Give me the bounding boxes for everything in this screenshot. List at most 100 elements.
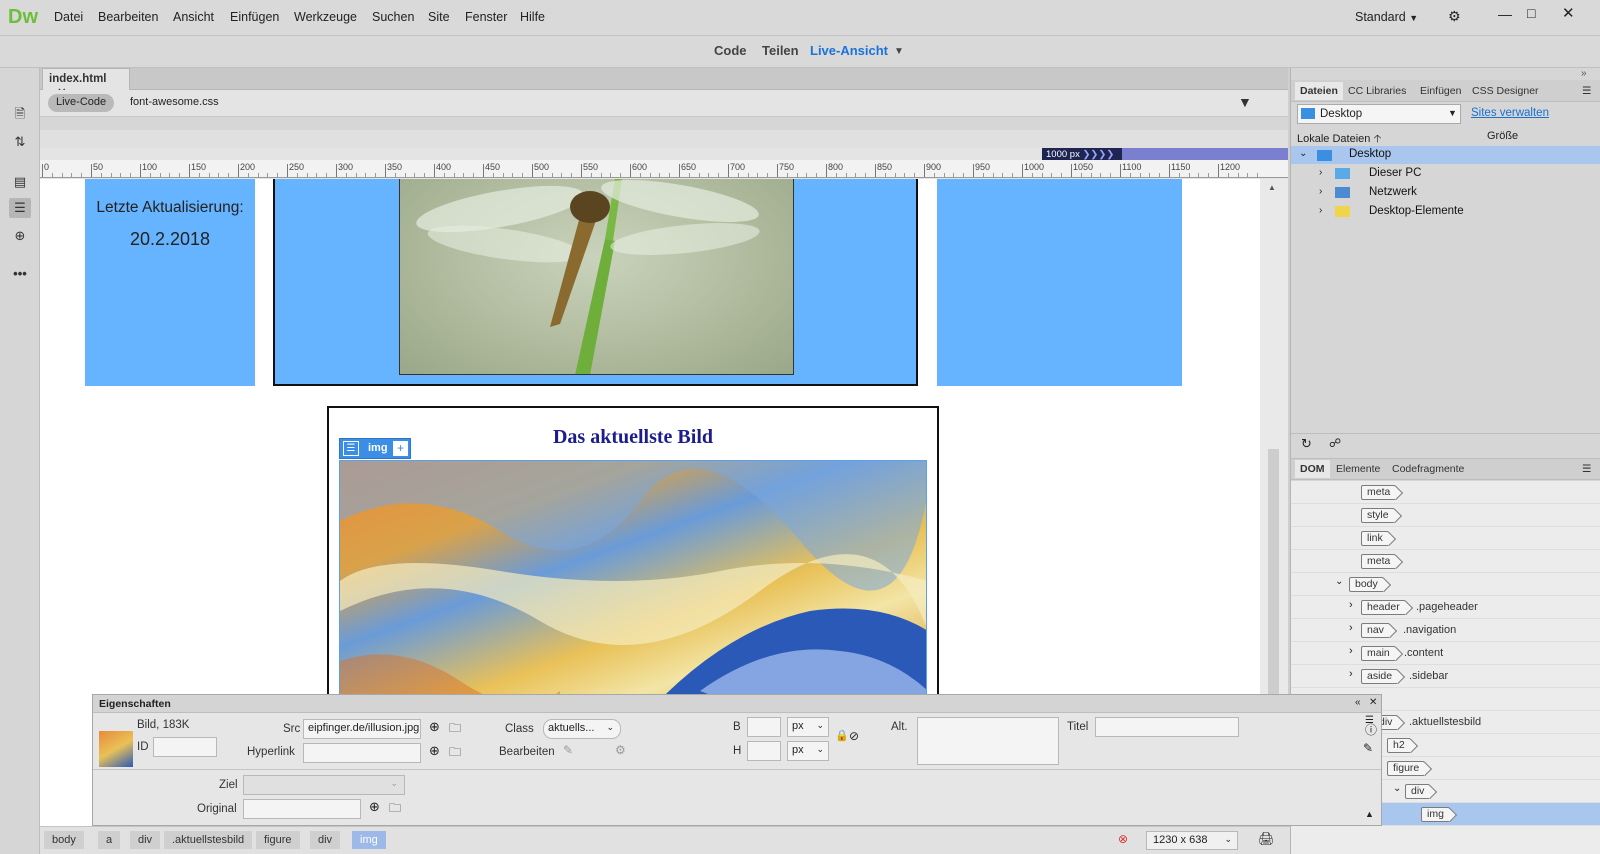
more-icon[interactable]: •••: [9, 264, 31, 284]
site-select[interactable]: Desktop ▼: [1297, 104, 1461, 124]
preview-device-icon[interactable]: 🖨: [1258, 831, 1275, 847]
filter-icon[interactable]: ▼: [1238, 94, 1252, 110]
tag-selector-body[interactable]: body: [44, 831, 84, 849]
folder-icon[interactable]: 🗀: [389, 799, 401, 820]
menu-bearbeiten[interactable]: Bearbeiten: [98, 10, 158, 24]
chevron-right-icon[interactable]: ›: [1319, 167, 1322, 178]
connect-icon[interactable]: ☍: [1329, 436, 1341, 450]
add-class-icon[interactable]: +: [393, 441, 408, 456]
lock-icon[interactable]: 🔒: [835, 729, 849, 742]
height-unit-select[interactable]: px ⌄: [787, 741, 829, 761]
point-to-file-icon[interactable]: ⊕: [429, 719, 440, 735]
tab-dom[interactable]: DOM: [1295, 460, 1330, 478]
title-input[interactable]: [1095, 717, 1239, 737]
tag-selector-div[interactable]: div: [130, 831, 161, 849]
size-column-header[interactable]: Größe: [1487, 130, 1518, 142]
close-icon[interactable]: ✕: [1562, 4, 1575, 22]
point-to-file-icon[interactable]: ⊕: [369, 799, 380, 815]
collapse-panel-icon[interactable]: »: [1581, 68, 1587, 79]
help-icon[interactable]: ⓘ: [1365, 721, 1377, 738]
src-input[interactable]: eipfinger.de/illusion.jpg: [303, 719, 421, 739]
tag-selector-figure[interactable]: figure: [256, 831, 300, 849]
chevron-down-icon[interactable]: ⌄: [1299, 148, 1307, 159]
edit-icon[interactable]: ✎: [1363, 741, 1373, 755]
original-input[interactable]: [243, 799, 361, 819]
error-icon[interactable]: ⊗: [1118, 832, 1128, 846]
live-view-button[interactable]: Live-Ansicht: [810, 43, 888, 58]
window-size-select[interactable]: 1230 x 638 ⌄: [1146, 831, 1238, 850]
chevron-right-icon[interactable]: ›: [1319, 186, 1322, 197]
element-hud[interactable]: ☰ img +: [339, 438, 411, 459]
menu-fenster[interactable]: Fenster: [465, 10, 507, 24]
close-icon[interactable]: ✕: [1369, 697, 1377, 708]
tag-selector-a[interactable]: a: [98, 831, 121, 849]
height-input[interactable]: [747, 741, 781, 761]
dom-row[interactable]: › nav .navigation: [1291, 619, 1600, 642]
document-tab[interactable]: index.html ✕: [42, 68, 130, 99]
width-input[interactable]: [747, 717, 781, 737]
menu-icon[interactable]: ☰: [343, 441, 359, 456]
tab-dateien[interactable]: Dateien: [1295, 82, 1343, 100]
pencil-icon[interactable]: ✎: [563, 743, 573, 757]
width-unit-select[interactable]: px ⌄: [787, 717, 829, 737]
panel-menu-icon[interactable]: ☰: [1577, 460, 1596, 478]
dom-row[interactable]: › main .content: [1291, 642, 1600, 665]
reset-size-icon[interactable]: ⊘: [849, 729, 859, 743]
dom-row[interactable]: meta: [1291, 550, 1600, 573]
manage-sites-link[interactable]: Sites verwalten: [1471, 107, 1549, 119]
scroll-up-icon[interactable]: ▲: [1268, 183, 1276, 192]
tag-selector-class[interactable]: .aktuellstesbild: [164, 831, 253, 849]
target-select[interactable]: ⌄: [243, 775, 405, 795]
point-to-file-icon[interactable]: ⊕: [429, 743, 440, 759]
chevron-right-icon[interactable]: ›: [1349, 622, 1353, 634]
dom-row[interactable]: ⌄ body: [1291, 573, 1600, 596]
optimize-icon[interactable]: ⚙: [615, 743, 626, 757]
chevron-right-icon[interactable]: ›: [1349, 599, 1353, 611]
chevron-right-icon[interactable]: ›: [1319, 205, 1322, 216]
minimize-icon[interactable]: —: [1498, 6, 1512, 22]
tab-elemente[interactable]: Elemente: [1331, 460, 1385, 478]
chevron-right-icon[interactable]: ›: [1349, 668, 1353, 680]
menu-hilfe[interactable]: Hilfe: [520, 10, 545, 24]
target-icon[interactable]: ⊕: [9, 226, 31, 246]
tab-cc-libraries[interactable]: CC Libraries: [1343, 82, 1411, 100]
tree-row-desktop[interactable]: ⌄ Desktop: [1291, 146, 1600, 164]
collapse-up-icon[interactable]: ▲: [1365, 809, 1374, 819]
panel-menu-icon[interactable]: ☰: [1577, 82, 1596, 100]
related-file-link[interactable]: font-awesome.css: [130, 96, 219, 108]
menu-site[interactable]: Site: [428, 10, 450, 24]
tree-row-pc[interactable]: › Dieser PC: [1291, 165, 1600, 183]
menu-ansicht[interactable]: Ansicht: [173, 10, 214, 24]
folder-icon[interactable]: 🗀: [449, 719, 461, 740]
tree-row-desktop-items[interactable]: › Desktop-Elemente: [1291, 203, 1600, 221]
split-view-button[interactable]: Teilen: [762, 43, 799, 58]
code-view-button[interactable]: Code: [714, 43, 747, 58]
tab-codefragmente[interactable]: Codefragmente: [1387, 460, 1469, 478]
folder-icon[interactable]: 🗀: [449, 743, 461, 764]
file-icon[interactable]: 🗎: [9, 104, 31, 124]
chevron-right-icon[interactable]: ›: [1349, 645, 1353, 657]
sort-icon[interactable]: ⇅: [9, 132, 31, 152]
tree-row-network[interactable]: › Netzwerk: [1291, 184, 1600, 202]
menu-werkzeuge[interactable]: Werkzeuge: [294, 10, 357, 24]
chevron-down-icon[interactable]: ⌄: [1393, 783, 1401, 794]
workspace-switcher[interactable]: Standard ▼: [1355, 10, 1418, 24]
chevron-down-icon[interactable]: ⌄: [1335, 576, 1343, 587]
maximize-icon[interactable]: □: [1527, 5, 1535, 21]
dragonfly-image[interactable]: [399, 179, 794, 375]
menu-einfuegen[interactable]: Einfügen: [230, 10, 279, 24]
align-icon[interactable]: ☰: [9, 198, 31, 218]
dom-row[interactable]: style: [1291, 504, 1600, 527]
menu-datei[interactable]: Datei: [54, 10, 83, 24]
live-code-button[interactable]: Live-Code: [48, 94, 115, 112]
menu-suchen[interactable]: Suchen: [372, 10, 414, 24]
class-select[interactable]: aktuells... ⌄: [543, 719, 621, 739]
tag-selector-div-2[interactable]: div: [310, 831, 341, 849]
tab-einfuegen[interactable]: Einfügen: [1415, 82, 1466, 100]
dom-row[interactable]: › header .pageheader: [1291, 596, 1600, 619]
tab-css-designer[interactable]: CSS Designer: [1467, 82, 1544, 100]
dom-row[interactable]: meta: [1291, 481, 1600, 504]
tag-selector-img[interactable]: img: [352, 831, 386, 849]
collapse-icon[interactable]: «: [1355, 697, 1361, 708]
hyperlink-input[interactable]: [303, 743, 421, 763]
